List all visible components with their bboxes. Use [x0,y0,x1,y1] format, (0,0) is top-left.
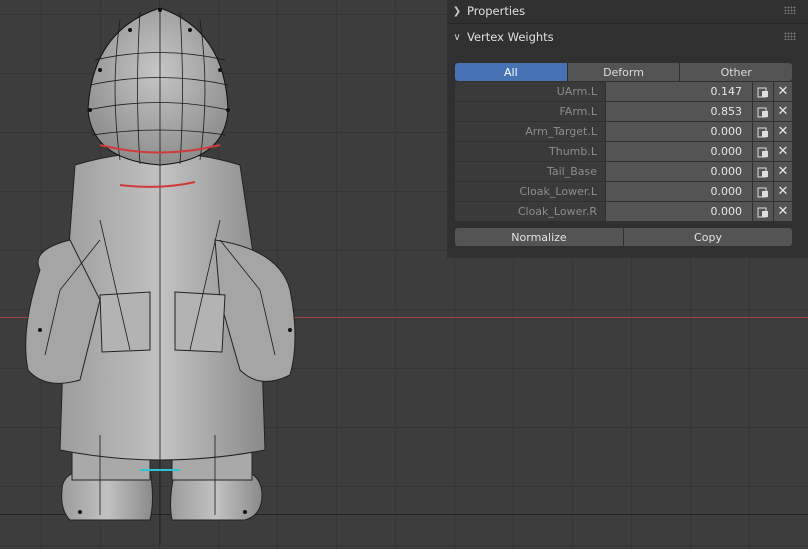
x-icon[interactable]: ✕ [774,202,792,221]
vertex-group-name-button[interactable]: Tail_Base [455,162,605,181]
list-item: Cloak_Lower.R 0.000 ✕ [455,202,792,222]
chevron-right-icon: ❯ [452,5,462,17]
clipboard-paste-icon[interactable] [753,202,773,221]
properties-panel-title: Properties [467,4,526,18]
vertex-group-name-button[interactable]: Arm_Target.L [455,122,605,141]
list-item: Tail_Base 0.000 ✕ [455,162,792,182]
clipboard-paste-icon[interactable] [753,162,773,181]
drag-grip-icon[interactable] [784,6,796,14]
weight-field[interactable]: 0.000 [606,202,752,221]
vertex-group-name-button[interactable]: Thumb.L [455,142,605,161]
weight-field[interactable]: 0.000 [606,162,752,181]
x-icon[interactable]: ✕ [774,182,792,201]
chevron-down-icon: ∨ [453,31,461,43]
x-icon[interactable]: ✕ [774,142,792,161]
clipboard-paste-icon[interactable] [753,142,773,161]
clipboard-paste-icon[interactable] [753,82,773,101]
x-icon[interactable]: ✕ [774,162,792,181]
list-item: Arm_Target.L 0.000 ✕ [455,122,792,142]
drag-grip-icon[interactable] [784,32,796,40]
list-item: Thumb.L 0.000 ✕ [455,142,792,162]
copy-button[interactable]: Copy [624,228,792,246]
weight-field[interactable]: 0.000 [606,122,752,141]
panel-divider [447,23,808,24]
weight-field[interactable]: 0.147 [606,82,752,101]
list-item: Cloak_Lower.L 0.000 ✕ [455,182,792,202]
list-item: UArm.L 0.147 ✕ [455,82,792,102]
weight-field[interactable]: 0.000 [606,182,752,201]
list-item: FArm.L 0.853 ✕ [455,102,792,122]
vertex-group-filter-tabs: All Deform Other [455,63,793,81]
x-icon[interactable]: ✕ [774,102,792,121]
weight-field[interactable]: 0.000 [606,142,752,161]
vertex-weights-list: UArm.L 0.147 ✕ FArm.L 0.853 ✕ Arm_Target… [455,82,792,222]
normalize-button[interactable]: Normalize [455,228,623,246]
properties-panel-header[interactable]: ❯ Properties [447,0,808,22]
vertex-group-name-button[interactable]: FArm.L [455,102,605,121]
tab-other[interactable]: Other [680,63,793,81]
tab-deform[interactable]: Deform [567,63,680,81]
properties-sidebar: ❯ Properties ∨ Vertex Weights All Deform… [447,0,808,258]
tab-all[interactable]: All [455,63,567,81]
vertex-group-name-button[interactable]: Cloak_Lower.L [455,182,605,201]
clipboard-paste-icon[interactable] [753,122,773,141]
vertex-weights-panel-title: Vertex Weights [467,30,554,44]
x-icon[interactable]: ✕ [774,122,792,141]
clipboard-paste-icon[interactable] [753,102,773,121]
vertex-weights-panel-header[interactable]: ∨ Vertex Weights [447,26,808,48]
vertex-group-name-button[interactable]: Cloak_Lower.R [455,202,605,221]
weight-field[interactable]: 0.853 [606,102,752,121]
x-icon[interactable]: ✕ [774,82,792,101]
clipboard-paste-icon[interactable] [753,182,773,201]
vertex-group-name-button[interactable]: UArm.L [455,82,605,101]
vertex-weights-actions: Normalize Copy [455,228,792,246]
